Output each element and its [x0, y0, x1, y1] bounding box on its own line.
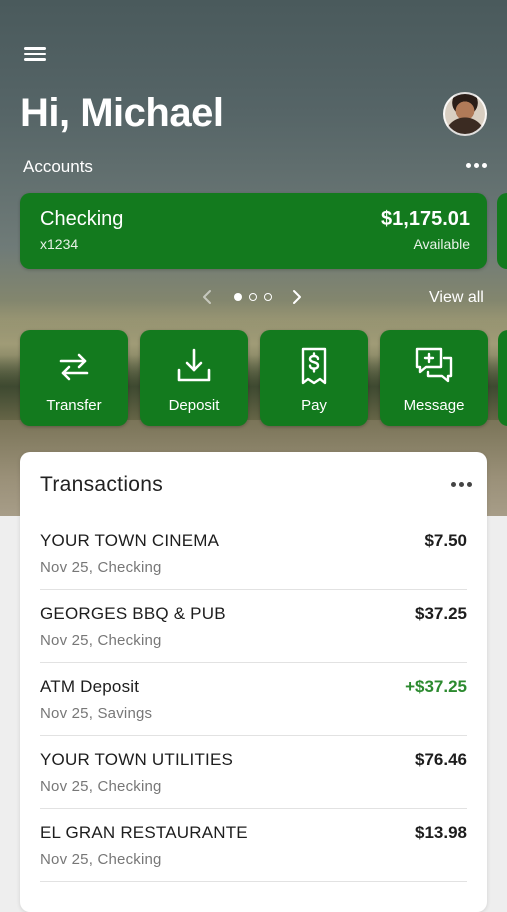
account-pager	[200, 287, 310, 309]
pay-label: Pay	[301, 397, 327, 414]
more-actions-peek[interactable]	[498, 330, 507, 426]
view-all-accounts-link[interactable]: View all	[429, 289, 484, 307]
transaction-amount: $13.98	[415, 823, 467, 842]
next-account-card-peek[interactable]	[497, 193, 507, 269]
deposit-icon	[177, 348, 211, 382]
hamburger-menu-icon[interactable]	[24, 44, 46, 64]
pay-icon	[301, 347, 327, 385]
transfer-label: Transfer	[46, 397, 102, 414]
transaction-row[interactable]: ATM Deposit Nov 25, Savings +$37.25	[20, 663, 487, 736]
deposit-button[interactable]: Deposit	[140, 330, 248, 426]
transactions-title: Transactions	[40, 473, 164, 496]
accounts-more-icon[interactable]	[466, 163, 487, 168]
transaction-meta: Nov 25, Checking	[40, 851, 162, 868]
transaction-name: YOUR TOWN UTILITIES	[40, 750, 234, 769]
transaction-row[interactable]: YOUR TOWN UTILITIES Nov 25, Checking $76…	[20, 736, 487, 809]
transaction-name: ATM Deposit	[40, 677, 140, 696]
pay-button[interactable]: Pay	[260, 330, 368, 426]
transactions-card: Transactions YOUR TOWN CINEMA Nov 25, Ch…	[20, 452, 487, 912]
divider	[40, 881, 467, 882]
chevron-right-icon[interactable]	[290, 287, 304, 307]
pager-dot-2[interactable]	[249, 293, 257, 301]
message-icon	[415, 347, 453, 383]
transaction-meta: Nov 25, Checking	[40, 778, 162, 795]
transfer-icon	[59, 353, 89, 381]
message-label: Message	[403, 397, 465, 414]
pager-dot-1[interactable]	[234, 293, 242, 301]
message-button[interactable]: Message	[380, 330, 488, 426]
account-number: x1234	[40, 236, 79, 252]
transaction-name: EL GRAN RESTAURANTE	[40, 823, 248, 842]
pager-dot-3[interactable]	[264, 293, 272, 301]
accounts-label: Accounts	[23, 157, 93, 176]
account-name: Checking	[40, 208, 124, 230]
transactions-more-icon[interactable]	[451, 482, 472, 487]
transaction-meta: Nov 25, Savings	[40, 705, 153, 722]
deposit-label: Deposit	[168, 397, 220, 414]
transaction-row[interactable]: EL GRAN RESTAURANTE Nov 25, Checking $13…	[20, 809, 487, 882]
transaction-name: YOUR TOWN CINEMA	[40, 531, 220, 550]
chevron-left-icon[interactable]	[200, 287, 214, 307]
account-balance-label: Available	[413, 236, 470, 252]
transfer-button[interactable]: Transfer	[20, 330, 128, 426]
transaction-amount: +$37.25	[405, 677, 467, 696]
account-card-checking[interactable]: Checking x1234 $1,175.01 Available	[20, 193, 487, 269]
account-balance: $1,175.01	[381, 208, 470, 230]
transaction-row[interactable]: YOUR TOWN CINEMA Nov 25, Checking $7.50	[20, 517, 487, 590]
transaction-row[interactable]: GEORGES BBQ & PUB Nov 25, Checking $37.2…	[20, 590, 487, 663]
transaction-meta: Nov 25, Checking	[40, 632, 162, 649]
avatar[interactable]	[443, 92, 487, 136]
transaction-amount: $37.25	[415, 604, 467, 623]
transaction-meta: Nov 25, Checking	[40, 559, 162, 576]
transaction-name: GEORGES BBQ & PUB	[40, 604, 226, 623]
transaction-amount: $7.50	[424, 531, 467, 550]
transaction-amount: $76.46	[415, 750, 467, 769]
greeting-title: Hi, Michael	[20, 91, 224, 135]
